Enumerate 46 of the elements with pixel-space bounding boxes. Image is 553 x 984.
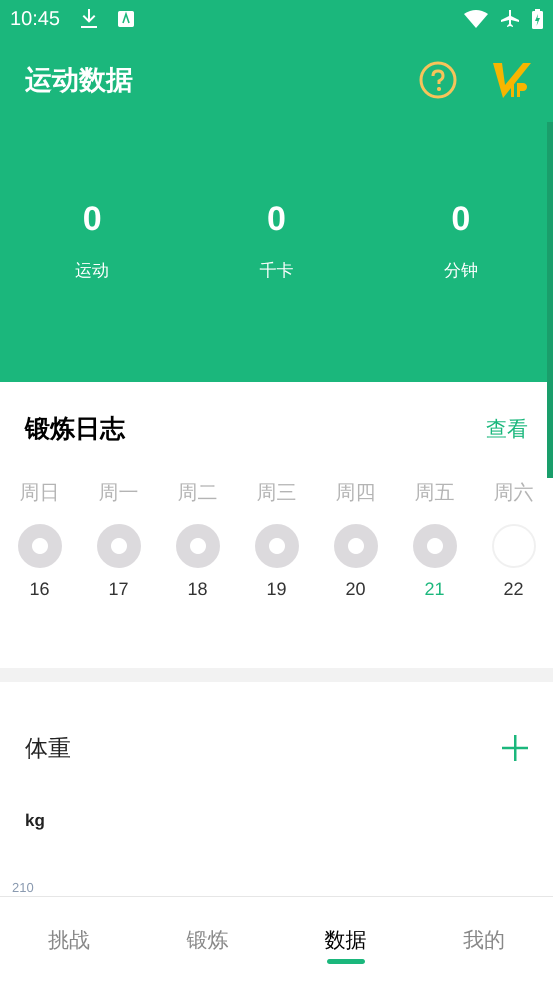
day-ring[interactable] <box>96 524 140 568</box>
weekday-label: 周四 <box>336 481 376 506</box>
axis-label: 210 <box>12 881 34 894</box>
date-label: 19 <box>266 578 287 601</box>
date-label: 17 <box>108 578 129 601</box>
section-title: 体重 <box>25 734 71 763</box>
nav-tab[interactable]: 我的 <box>414 897 553 984</box>
battery-icon <box>532 9 543 29</box>
add-icon[interactable] <box>502 735 528 761</box>
day-ring[interactable] <box>18 524 62 568</box>
weekday-label: 周三 <box>256 481 296 506</box>
date-label: 21 <box>424 578 445 601</box>
stat-value: 0 <box>82 202 102 236</box>
date-label: 16 <box>29 578 50 601</box>
status-time: 10:45 <box>10 7 60 32</box>
stat-label: 运动 <box>75 260 110 282</box>
weekday-label: 周一 <box>98 481 138 506</box>
weekday-label: 周二 <box>178 481 218 506</box>
date-label: 22 <box>503 578 524 601</box>
airplane-icon <box>500 9 520 29</box>
nav-tab[interactable]: 数据 <box>276 897 415 984</box>
page-title: 运动数据 <box>25 64 133 97</box>
nav-tab[interactable]: 挑战 <box>0 897 138 984</box>
weekday-label: 周五 <box>414 481 454 506</box>
day-ring[interactable] <box>334 524 378 568</box>
nav-tab[interactable]: 锻炼 <box>138 897 276 984</box>
section-title: 锻炼日志 <box>25 414 125 446</box>
weekday-label: 周日 <box>20 481 60 506</box>
day-ring[interactable] <box>176 524 220 568</box>
help-icon[interactable] <box>419 61 457 99</box>
download-icon <box>80 9 98 29</box>
weekday-label: 周六 <box>494 481 534 506</box>
day-ring[interactable] <box>412 524 456 568</box>
stat-label: 分钟 <box>444 260 478 282</box>
stat-value: 0 <box>267 202 286 236</box>
unit-label: kg <box>25 810 46 832</box>
stat-label: 千卡 <box>259 260 294 282</box>
vip-icon[interactable] <box>493 61 533 99</box>
keyboard-icon <box>118 11 134 27</box>
view-link[interactable]: 查看 <box>486 414 528 446</box>
wifi-icon <box>464 10 488 28</box>
tab-indicator <box>326 959 365 964</box>
day-ring[interactable] <box>254 524 298 568</box>
stat-value: 0 <box>451 202 470 236</box>
date-label: 18 <box>187 578 208 601</box>
date-label: 20 <box>345 578 366 601</box>
